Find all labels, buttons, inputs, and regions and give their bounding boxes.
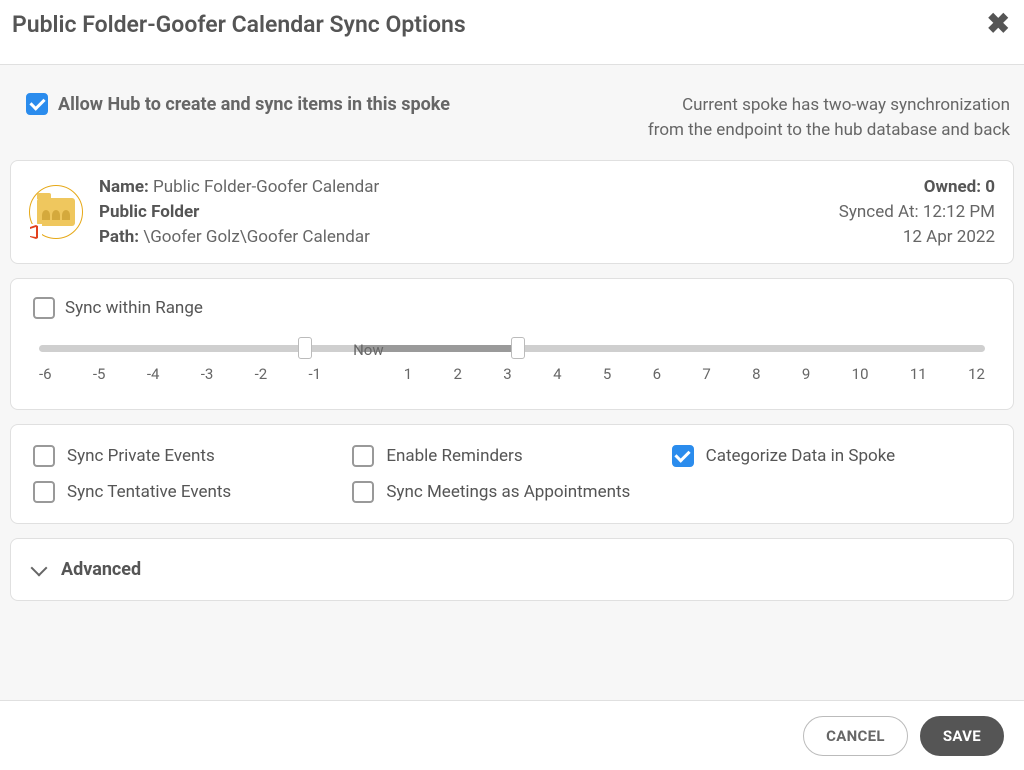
close-icon[interactable]: ✖ bbox=[987, 10, 1010, 38]
allow-hub-left: Allow Hub to create and sync items in th… bbox=[26, 93, 450, 115]
public-folder-icon bbox=[29, 185, 83, 239]
dialog-title: Public Folder-Goofer Calendar Sync Optio… bbox=[12, 11, 466, 38]
slider-tick: 9 bbox=[802, 365, 810, 383]
owned-value: 0 bbox=[985, 177, 995, 197]
option-row: Categorize Data in Spoke bbox=[672, 445, 991, 467]
options-card: Sync Private Events Enable Reminders Categ… bbox=[10, 424, 1014, 524]
slider-handle-end[interactable] bbox=[511, 337, 525, 359]
option-checkbox[interactable] bbox=[352, 481, 374, 503]
path-value: \Goofer Golz\Goofer Calendar bbox=[143, 227, 370, 247]
range-slider[interactable]: Now -6-5-4-3-2-1123456789101112 bbox=[33, 339, 991, 383]
save-button[interactable]: SAVE bbox=[920, 716, 1004, 756]
advanced-label: Advanced bbox=[61, 559, 141, 580]
sync-description: Current spoke has two-way synchronizatio… bbox=[648, 93, 1010, 142]
option-checkbox[interactable] bbox=[352, 445, 374, 467]
chevron-down-icon bbox=[31, 559, 48, 576]
option-row: Enable Reminders bbox=[352, 445, 671, 467]
slider-tick: -1 bbox=[309, 365, 322, 383]
dialog-header: Public Folder-Goofer Calendar Sync Optio… bbox=[0, 0, 1024, 65]
option-checkbox[interactable] bbox=[33, 445, 55, 467]
advanced-toggle[interactable]: Advanced bbox=[10, 538, 1014, 601]
info-right: Owned: 0 Synced At: 12:12 PM 12 Apr 2022 bbox=[839, 175, 995, 249]
option-row: Sync Private Events bbox=[33, 445, 352, 467]
slider-tick: 7 bbox=[702, 365, 710, 383]
sync-range-checkbox[interactable] bbox=[33, 297, 55, 319]
sync-range-label: Sync within Range bbox=[65, 298, 203, 318]
now-label: Now bbox=[353, 341, 384, 359]
range-card: Sync within Range Now -6-5-4-3-2-1123456… bbox=[10, 278, 1014, 410]
range-head: Sync within Range bbox=[33, 297, 991, 319]
option-label: Sync Tentative Events bbox=[67, 482, 231, 502]
slider-tick: 10 bbox=[852, 365, 869, 383]
sync-desc-line1: Current spoke has two-way synchronizatio… bbox=[648, 93, 1010, 118]
option-label: Sync Private Events bbox=[67, 446, 215, 466]
option-checkbox[interactable] bbox=[672, 445, 694, 467]
slider-tick: 1 bbox=[404, 365, 412, 383]
slider-tick: -3 bbox=[201, 365, 214, 383]
name-value: Public Folder-Goofer Calendar bbox=[153, 177, 379, 197]
allow-hub-label: Allow Hub to create and sync items in th… bbox=[58, 94, 450, 115]
slider-tick: -5 bbox=[93, 365, 106, 383]
path-label: Path: bbox=[99, 227, 139, 247]
owned-label: Owned: bbox=[924, 177, 981, 197]
slider-ticks: -6-5-4-3-2-1123456789101112 bbox=[39, 365, 985, 383]
cancel-button[interactable]: CANCEL bbox=[803, 716, 908, 756]
sync-desc-line2: from the endpoint to the hub database an… bbox=[648, 118, 1010, 143]
content-area: Allow Hub to create and sync items in th… bbox=[0, 65, 1024, 705]
synced-time: 12:12 PM bbox=[923, 202, 995, 222]
allow-hub-checkbox[interactable] bbox=[26, 93, 48, 115]
option-label: Categorize Data in Spoke bbox=[706, 446, 896, 466]
spoke-info-card: Name: Public Folder-Goofer Calendar Publ… bbox=[10, 160, 1014, 264]
slider-tick: 6 bbox=[653, 365, 661, 383]
slider-tick: -4 bbox=[147, 365, 160, 383]
slider-tick: 8 bbox=[752, 365, 760, 383]
info-left: Name: Public Folder-Goofer Calendar Publ… bbox=[29, 175, 379, 249]
slider-tick: -6 bbox=[39, 365, 52, 383]
option-label: Sync Meetings as Appointments bbox=[386, 482, 630, 502]
option-label: Enable Reminders bbox=[386, 446, 522, 466]
slider-tick: 5 bbox=[603, 365, 611, 383]
slider-tick: 11 bbox=[910, 365, 927, 383]
option-row: Sync Tentative Events bbox=[33, 481, 352, 503]
slider-tick: 12 bbox=[968, 365, 985, 383]
slider-tick: 2 bbox=[454, 365, 462, 383]
office-badge-icon bbox=[26, 224, 42, 240]
slider-handle-start[interactable] bbox=[298, 337, 312, 359]
type-value: Public Folder bbox=[99, 202, 199, 222]
synced-date: 12 Apr 2022 bbox=[839, 225, 995, 250]
name-label: Name: bbox=[99, 177, 149, 197]
synced-label: Synced At: bbox=[839, 202, 919, 222]
option-checkbox[interactable] bbox=[33, 481, 55, 503]
info-fields: Name: Public Folder-Goofer Calendar Publ… bbox=[99, 175, 379, 249]
slider-tick: 4 bbox=[553, 365, 561, 383]
allow-hub-row: Allow Hub to create and sync items in th… bbox=[10, 75, 1014, 160]
option-row: Sync Meetings as Appointments bbox=[352, 481, 671, 503]
slider-tick: -2 bbox=[255, 365, 268, 383]
slider-tick: 3 bbox=[503, 365, 511, 383]
dialog-footer: CANCEL SAVE bbox=[0, 700, 1024, 770]
